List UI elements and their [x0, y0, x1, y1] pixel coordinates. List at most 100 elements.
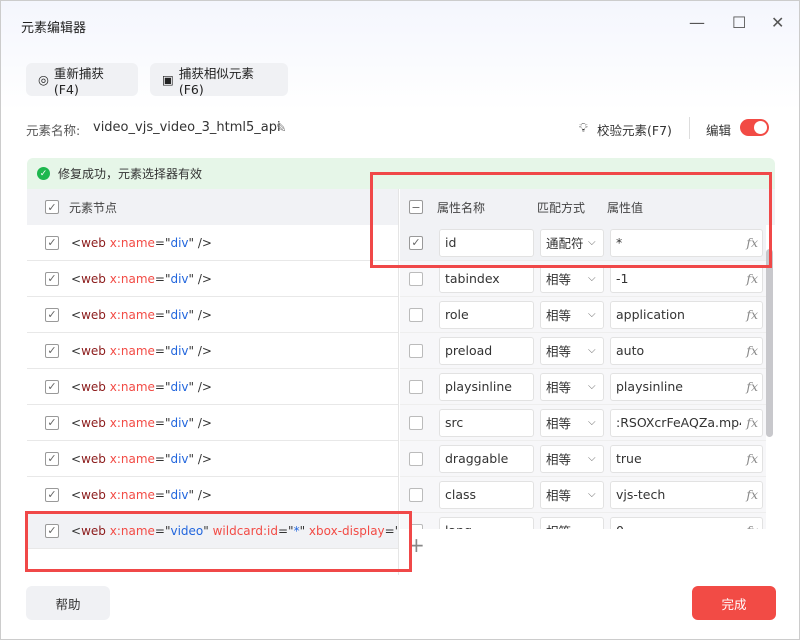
fx-icon[interactable]: fx — [746, 523, 758, 529]
attribute-name-input[interactable]: draggable — [439, 444, 534, 473]
attribute-value-input[interactable]: 0fx — [610, 516, 763, 529]
attribute-row: ✓ lang 相等⌵ 0fx — [400, 513, 766, 529]
banner-text: 修复成功，元素选择器有效 — [58, 167, 203, 181]
node-checkbox[interactable]: ✓ — [45, 415, 59, 430]
node-text: <web x:name="div" /> — [71, 235, 212, 250]
node-row[interactable]: ✓ <web x:name="div" /> — [27, 405, 398, 441]
attribute-row: ✓ tabindex相等⌵-1fx — [400, 261, 766, 297]
node-checkbox[interactable]: ✓ — [45, 307, 59, 322]
node-checkbox[interactable]: ✓ — [45, 451, 59, 466]
node-checkbox[interactable]: ✓ — [45, 271, 59, 286]
node-checkbox[interactable]: ✓ — [45, 487, 59, 502]
attribute-value-input[interactable]: :RSOXcrFeAQZa.mp4 fx — [610, 408, 763, 437]
attribute-name-input[interactable]: src — [439, 408, 534, 437]
node-row[interactable]: ✓ <web x:name="div" /> — [27, 261, 398, 297]
match-select[interactable]: 相等⌵ — [540, 408, 604, 437]
success-banner: ✓ 修复成功，元素选择器有效 — [27, 158, 775, 189]
attribute-checkbox[interactable]: ✓ — [409, 415, 423, 430]
attribute-name-input[interactable]: class — [439, 480, 534, 509]
node-checkbox[interactable]: ✓ — [45, 235, 59, 250]
fx-icon[interactable]: fx — [746, 451, 758, 466]
node-checkbox[interactable]: ✓ — [45, 379, 59, 394]
chevron-down-icon: ⌵ — [588, 489, 596, 500]
node-text: <web x:name="video" wildcard:id="*" xbox… — [71, 523, 399, 538]
node-row[interactable]: ✓ <web x:name="div" /> — [27, 441, 398, 477]
select-all-nodes-checkbox[interactable]: ✓ — [45, 200, 59, 214]
fx-icon[interactable]: fx — [746, 271, 758, 286]
node-row[interactable]: ✓ <web x:name="div" /> — [27, 297, 398, 333]
attribute-value-input[interactable]: playsinline fx — [610, 372, 763, 401]
attribute-checkbox[interactable]: ✓ — [409, 235, 423, 250]
fx-icon[interactable]: fx — [746, 487, 758, 502]
attribute-name-input[interactable]: tabindex — [439, 264, 534, 293]
node-row[interactable]: ✓ <web x:name="div" /> — [27, 369, 398, 405]
match-select[interactable]: 相等⌵ — [540, 444, 604, 473]
fx-icon[interactable]: fx — [746, 235, 758, 250]
element-editor-window: 元素编辑器 — ☐ ✕ ◎ 重新捕获(F4) ▣ 捕获相似元素(F6) 元素名称: … — [0, 0, 800, 640]
scrollbar[interactable] — [766, 249, 773, 437]
attribute-row: ✓ role相等⌵applicationfx — [400, 297, 766, 333]
chevron-down-icon: ⌵ — [588, 525, 596, 529]
attribute-name-input[interactable]: id — [439, 228, 534, 257]
attribute-value-input[interactable]: true fx — [610, 444, 763, 473]
capture-similar-button[interactable]: ▣ 捕获相似元素(F6) — [150, 63, 288, 97]
attribute-checkbox[interactable]: ✓ — [409, 487, 423, 502]
validate-element-button[interactable]: 校验元素(F7) — [597, 120, 672, 139]
attribute-row: ✓ playsinline相等⌵playsinlinefx — [400, 369, 766, 405]
attribute-checkbox[interactable]: ✓ — [409, 523, 423, 529]
fx-icon[interactable]: fx — [746, 379, 758, 394]
match-select[interactable]: 相等⌵ — [540, 516, 604, 529]
capture-similar-icon: ▣ — [162, 72, 174, 87]
fx-icon[interactable]: fx — [746, 343, 758, 358]
match-select[interactable]: 通配符 ⌵ — [540, 228, 604, 257]
chevron-down-icon: ⌵ — [588, 417, 596, 428]
node-checkbox[interactable]: ✓ — [45, 343, 59, 358]
node-text: <web x:name="div" /> — [71, 379, 212, 394]
attribute-value-input[interactable]: -1 fx — [610, 264, 763, 293]
divider — [689, 117, 690, 139]
node-text: <web x:name="div" /> — [71, 487, 212, 502]
node-row[interactable]: ✓ <web x:name="video" wildcard:id="*" xbo… — [27, 513, 398, 549]
attribute-checkbox[interactable]: ✓ — [409, 343, 423, 358]
match-select[interactable]: 相等⌵ — [540, 264, 604, 293]
match-select[interactable]: 相等⌵ — [540, 480, 604, 509]
node-checkbox[interactable]: ✓ — [45, 523, 59, 538]
pencil-icon[interactable]: ✎ — [276, 120, 286, 135]
attribute-name-input[interactable]: role — [439, 300, 534, 329]
match-select[interactable]: 相等⌵ — [540, 300, 604, 329]
recapture-button[interactable]: ◎ 重新捕获(F4) — [26, 63, 138, 97]
edit-toggle[interactable] — [740, 119, 769, 136]
fx-icon[interactable]: fx — [746, 307, 758, 322]
match-select[interactable]: 相等⌵ — [540, 336, 604, 365]
attribute-checkbox[interactable]: ✓ — [409, 271, 423, 286]
lightbulb-icon: 💡︎ — [579, 120, 588, 135]
attribute-checkbox[interactable]: ✓ — [409, 451, 423, 466]
edit-label: 编辑 — [706, 123, 732, 138]
node-row[interactable]: ✓ <web x:name="div" /> — [27, 333, 398, 369]
node-row[interactable]: ✓ <web x:name="div" /> — [27, 225, 398, 261]
attribute-checkbox[interactable]: ✓ — [409, 307, 423, 322]
select-all-attrs-checkbox[interactable]: − — [409, 200, 423, 214]
recapture-label: 重新捕获(F4) — [53, 65, 104, 97]
attribute-name-input[interactable]: preload — [439, 336, 534, 365]
close-button[interactable]: ✕ — [771, 13, 784, 32]
maximize-button[interactable]: ☐ — [732, 13, 746, 32]
attribute-name-input[interactable]: lang — [439, 516, 534, 529]
help-button[interactable]: 帮助 — [26, 586, 110, 620]
chevron-down-icon: ⌵ — [588, 381, 596, 392]
attribute-value-input[interactable]: application fx — [610, 300, 763, 329]
done-button[interactable]: 完成 — [692, 586, 776, 620]
node-row[interactable]: ✓ <web x:name="div" /> — [27, 477, 398, 513]
chevron-down-icon: ⌵ — [588, 453, 596, 464]
attribute-value-input[interactable]: * fx — [610, 228, 763, 257]
attribute-checkbox[interactable]: ✓ — [409, 379, 423, 394]
match-select[interactable]: 相等⌵ — [540, 372, 604, 401]
chevron-down-icon: ⌵ — [588, 273, 596, 284]
fx-icon[interactable]: fx — [746, 415, 758, 430]
attribute-name-input[interactable]: playsinline — [439, 372, 534, 401]
add-attribute-button[interactable]: + — [408, 533, 425, 557]
element-name-value: video_vjs_video_3_html5_api — [93, 120, 281, 135]
attribute-value-input[interactable]: vjs-tech fx — [610, 480, 763, 509]
minimize-button[interactable]: — — [689, 13, 705, 32]
attribute-value-input[interactable]: auto fx — [610, 336, 763, 365]
